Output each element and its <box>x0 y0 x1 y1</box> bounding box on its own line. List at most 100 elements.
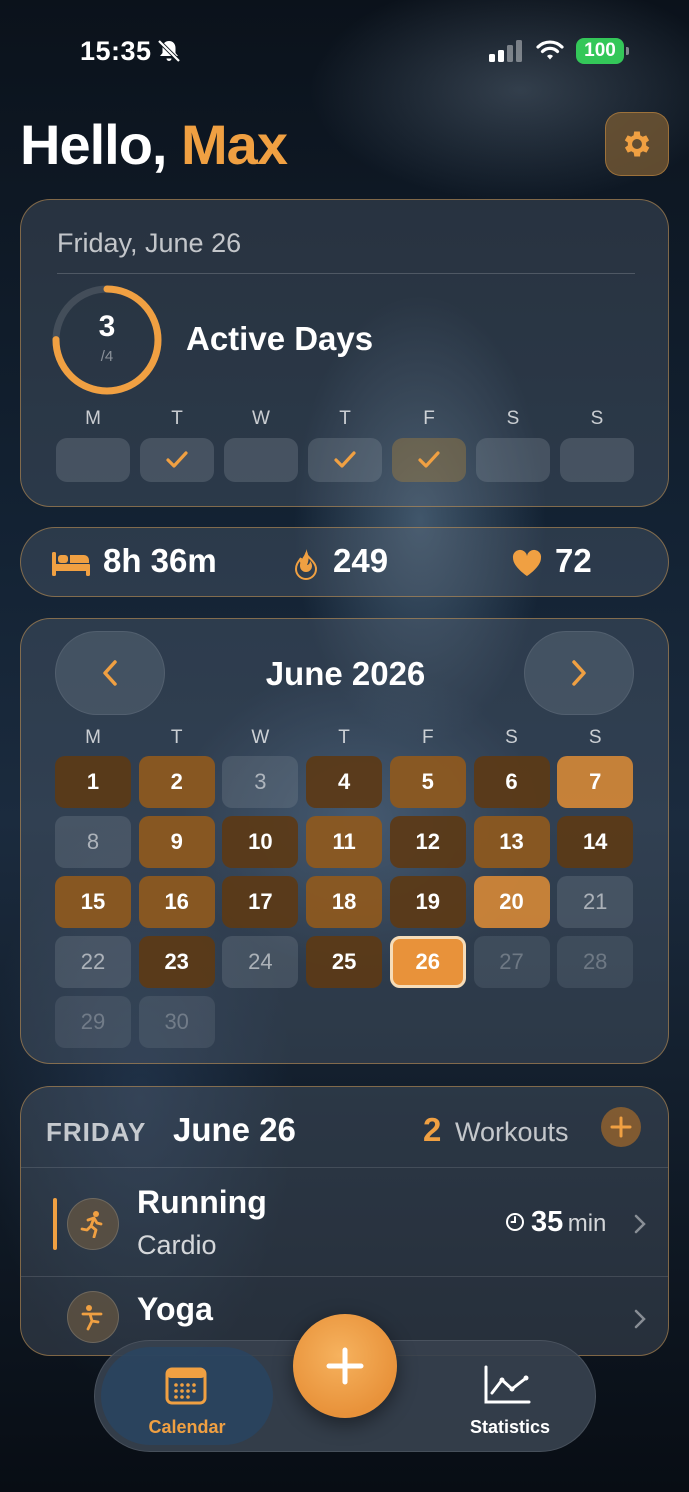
workouts-weekday: FRIDAY <box>46 1117 147 1147</box>
weekday-label: F <box>421 727 434 748</box>
weekday-label: T <box>170 727 183 748</box>
calendar-day[interactable]: 22 <box>55 936 131 988</box>
sleep-duration: 8h 36m <box>103 542 217 579</box>
chevron-right-icon <box>634 1214 646 1234</box>
calendar-day[interactable]: 11 <box>306 816 383 868</box>
calendar-day[interactable]: 17 <box>222 876 299 928</box>
active-days-goal: /4 <box>100 348 114 365</box>
greeting-text: Hello, <box>20 113 167 176</box>
calendar-day[interactable]: 29 <box>55 996 131 1048</box>
duration-value: 35 <box>531 1206 564 1238</box>
add-workout-button[interactable] <box>293 1314 397 1418</box>
calendar-day[interactable]: 27 <box>473 936 550 988</box>
week-day-letter: S <box>506 408 520 429</box>
health-stats-bar: 8h 36m 249 72 <box>20 527 669 597</box>
workout-row-running[interactable]: Running Cardio 35 min <box>21 1168 668 1276</box>
weekday-label: S <box>588 727 602 748</box>
calendar-icon <box>165 1367 207 1405</box>
calendar-day[interactable]: 4 <box>306 756 383 808</box>
week-day-status <box>56 438 130 482</box>
clock-icon <box>506 1213 524 1231</box>
workouts-count: 2 <box>423 1111 442 1148</box>
workout-accent-bar <box>53 1198 57 1250</box>
calendar-day[interactable]: 13 <box>473 816 550 868</box>
calendar-day[interactable]: 18 <box>306 876 383 928</box>
calendar-day[interactable]: 8 <box>55 816 131 868</box>
add-workout-small-button[interactable] <box>601 1107 641 1147</box>
bell-muted-icon <box>157 39 181 63</box>
summary-date: Friday, June 26 <box>57 228 242 258</box>
week-day-letter: F <box>423 408 435 429</box>
heart-icon <box>512 549 542 576</box>
plus-icon <box>610 1116 632 1138</box>
calendar-day[interactable]: 14 <box>557 816 634 868</box>
calendar-day[interactable]: 30 <box>138 996 215 1048</box>
tab-calendar-label: Calendar <box>148 1417 226 1437</box>
greeting-title: Hello, Max <box>20 112 288 177</box>
checkmark-icon <box>418 451 440 468</box>
calendar-day[interactable]: 6 <box>473 756 550 808</box>
running-icon <box>67 1198 119 1250</box>
tab-statistics-label: Statistics <box>469 1417 551 1437</box>
settings-button[interactable] <box>605 112 669 176</box>
calendar-day[interactable]: 24 <box>222 936 299 988</box>
calendar-day[interactable]: 19 <box>389 876 466 928</box>
calendar-day[interactable]: 9 <box>138 816 215 868</box>
checkmark-icon <box>334 451 356 468</box>
workouts-count-label: Workouts <box>455 1117 569 1147</box>
calendar-day[interactable]: 16 <box>138 876 215 928</box>
week-day-letter: M <box>85 408 101 429</box>
gear-icon <box>624 131 650 157</box>
checkmark-icon <box>166 451 188 468</box>
week-day-letter: W <box>252 408 270 429</box>
calendar-day[interactable]: 15 <box>55 876 131 928</box>
calendar-day[interactable]: 21 <box>557 876 634 928</box>
week-day-status <box>392 438 466 482</box>
calendar-day[interactable]: 5 <box>389 756 466 808</box>
wifi-icon <box>536 40 564 60</box>
chevron-right-icon <box>572 660 586 686</box>
yoga-icon <box>67 1291 119 1343</box>
active-days-count: 3 <box>98 310 116 343</box>
weekday-label: T <box>338 727 350 748</box>
heart-rate-value: 72 <box>555 542 592 579</box>
chevron-right-icon <box>634 1309 646 1329</box>
calendar-day[interactable]: 28 <box>557 936 634 988</box>
workout-name: Yoga <box>137 1291 213 1327</box>
bed-icon <box>52 552 90 576</box>
week-day-status <box>476 438 550 482</box>
next-month-button[interactable] <box>524 631 634 715</box>
plus-icon <box>326 1347 364 1385</box>
weekday-label: S <box>505 727 518 748</box>
workout-type: Cardio <box>137 1230 217 1260</box>
calendar-day[interactable]: 2 <box>138 756 215 808</box>
calendar-day[interactable]: 23 <box>138 936 215 988</box>
status-time: 15:35 <box>80 36 152 66</box>
week-day-letter: T <box>171 408 183 429</box>
workout-duration: 35 min <box>531 1206 606 1239</box>
active-days-card: Friday, June 26 3 /4 Active Days M T W T F S S <box>20 199 669 507</box>
week-day-status <box>224 438 298 482</box>
month-calendar-card: June 2026 MTWTFSS 1 2 3 4 5 6 7 8 9 10 11 12 13 14 15 1… <box>20 618 669 1064</box>
calendar-day[interactable]: 1 <box>55 756 131 808</box>
duration-unit: min <box>567 1210 607 1237</box>
workouts-date: June 26 <box>173 1111 296 1148</box>
calendar-day[interactable]: 20 <box>473 876 550 928</box>
user-name: Max <box>181 113 288 176</box>
tab-statistics[interactable]: Statistics <box>435 1347 585 1445</box>
calendar-day[interactable]: 10 <box>222 816 299 868</box>
week-day-letter: S <box>590 408 604 429</box>
calendar-day[interactable]: 25 <box>306 936 383 988</box>
calendar-day[interactable]: 12 <box>389 816 466 868</box>
battery-indicator: 100 <box>576 38 629 64</box>
calories-value: 249 <box>333 542 389 579</box>
calendar-day[interactable]: 7 <box>557 756 634 808</box>
calendar-day-today[interactable]: 26 <box>389 936 466 988</box>
active-days-label: Active Days <box>186 320 374 357</box>
calendar-day[interactable]: 3 <box>222 756 299 808</box>
week-day-status <box>308 438 382 482</box>
flame-icon <box>294 549 318 580</box>
tab-calendar[interactable]: Calendar <box>101 1347 273 1445</box>
week-day-status <box>140 438 214 482</box>
weekday-label: M <box>85 727 101 748</box>
